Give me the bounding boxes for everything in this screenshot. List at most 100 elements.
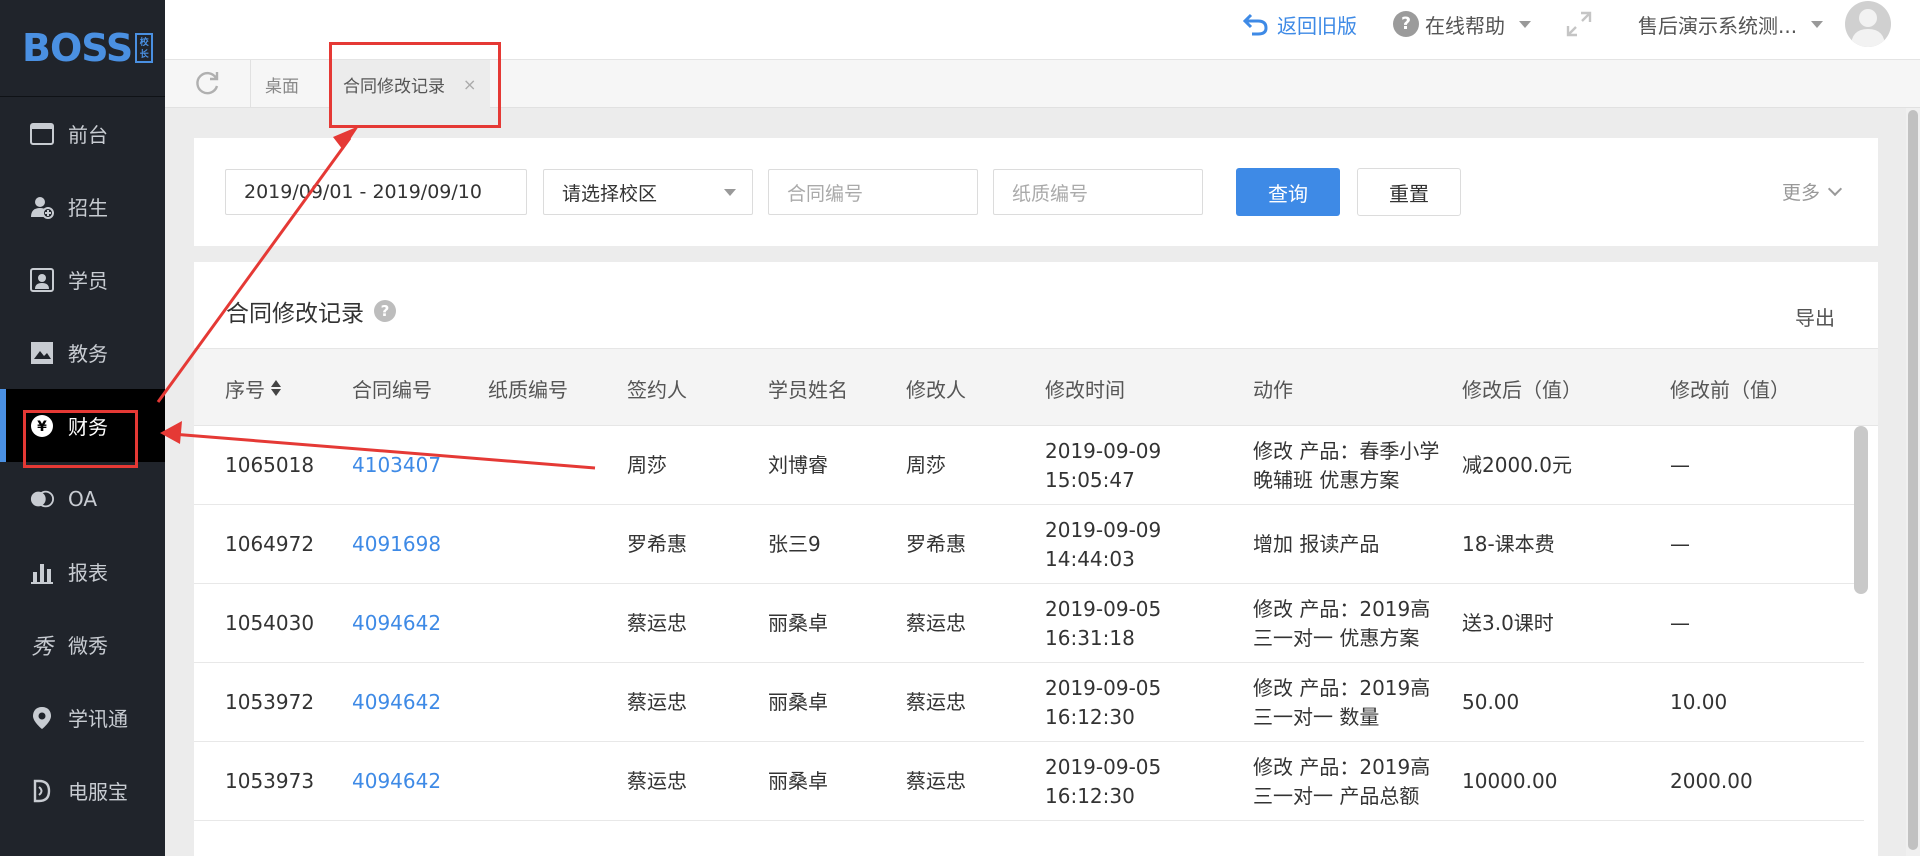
records-title: 合同修改记录 ? bbox=[226, 294, 396, 328]
column-header-time: 修改时间 bbox=[1045, 377, 1125, 402]
cell-contract-link[interactable]: 4094642 bbox=[352, 584, 441, 663]
export-button[interactable]: 导出 bbox=[1795, 302, 1835, 331]
sort-icon[interactable] bbox=[271, 380, 281, 396]
cell-after: 送3.0课时 bbox=[1462, 611, 1554, 635]
date-range-input[interactable]: 2019/09/01 - 2019/09/10 bbox=[225, 169, 527, 215]
table-row: 1054030 4094642 蔡运忠 丽桑卓 蔡运忠 2019-09-05 1… bbox=[194, 584, 1864, 663]
refresh-button[interactable] bbox=[193, 70, 221, 98]
contract-number-input[interactable]: 合同编号 bbox=[768, 169, 978, 215]
table-row: 1065018 4103407 周莎 刘博睿 周莎 2019-09-09 15:… bbox=[194, 426, 1864, 505]
sidebar-item-weixiu[interactable]: 秀 微秀 bbox=[0, 608, 165, 681]
cell-action: 修改 产品：2019高三一对一 产品总额 bbox=[1253, 754, 1431, 808]
fullscreen-button[interactable] bbox=[1566, 0, 1592, 48]
location-icon bbox=[30, 706, 54, 730]
sidebar-item-academic[interactable]: 教务 bbox=[0, 316, 165, 389]
cell-before: — bbox=[1670, 611, 1690, 635]
sidebar-item-front-desk[interactable]: 前台 bbox=[0, 97, 165, 170]
records-panel: 合同修改记录 ? 导出 序号 合同编号 纸质编号 签约人 学员姓名 修改人 修改… bbox=[194, 262, 1878, 856]
undo-icon bbox=[1243, 13, 1268, 36]
cell-after: 减2000.0元 bbox=[1462, 453, 1572, 477]
logo-text: BOSS bbox=[22, 26, 133, 70]
sidebar-item-xuexuntong[interactable]: 学讯通 bbox=[0, 681, 165, 754]
cell-editor: 蔡运忠 bbox=[906, 690, 966, 714]
column-header-before: 修改前（值） bbox=[1670, 377, 1790, 402]
campus-select[interactable]: 请选择校区 bbox=[543, 169, 753, 215]
cell-action: 修改 产品：2019高三一对一 优惠方案 bbox=[1253, 596, 1431, 650]
sidebar-item-dianfubao[interactable]: 电服宝 bbox=[0, 754, 165, 827]
avatar[interactable] bbox=[1845, 1, 1891, 47]
column-header-paper: 纸质编号 bbox=[488, 377, 568, 402]
campus-select-value: 请选择校区 bbox=[562, 182, 658, 205]
cell-time: 2019-09-09 15:05:47 bbox=[1045, 438, 1162, 492]
cell-contract-link[interactable]: 4103407 bbox=[352, 426, 441, 505]
query-button[interactable]: 查询 bbox=[1236, 168, 1340, 216]
cell-seq: 1054030 bbox=[225, 611, 315, 635]
sidebar-item-enrollment[interactable]: 招生 bbox=[0, 170, 165, 243]
cell-action: 增加 报读产品 bbox=[1253, 532, 1380, 556]
paper-number-input[interactable]: 纸质编号 bbox=[993, 169, 1203, 215]
annotation-box-tab bbox=[329, 42, 501, 128]
cell-before: 2000.00 bbox=[1670, 769, 1753, 793]
avatar-person-icon bbox=[1851, 9, 1885, 47]
cell-before: 10.00 bbox=[1670, 690, 1728, 714]
xiu-icon: 秀 bbox=[30, 634, 53, 660]
cell-after: 50.00 bbox=[1462, 690, 1520, 714]
cell-action: 修改 产品：春季小学晚辅班 优惠方案 bbox=[1253, 438, 1440, 492]
user-menu[interactable]: 售后演示系统测... bbox=[1638, 0, 1824, 48]
table-row: 1064972 4091698 罗希惠 张三9 罗希惠 2019-09-09 1… bbox=[194, 505, 1864, 584]
annotation-box-finance bbox=[23, 410, 138, 468]
cell-editor: 周莎 bbox=[906, 453, 946, 477]
page-title: 合同修改记录 bbox=[226, 301, 364, 327]
cell-after: 18-课本费 bbox=[1462, 532, 1555, 556]
help-icon[interactable]: ? bbox=[374, 300, 396, 322]
sidebar-item-students[interactable]: 学员 bbox=[0, 243, 165, 316]
page-scrollbar-thumb[interactable] bbox=[1908, 110, 1918, 850]
user-add-icon bbox=[30, 195, 54, 219]
cell-time: 2019-09-05 16:12:30 bbox=[1045, 754, 1162, 808]
reset-button[interactable]: 重置 bbox=[1357, 168, 1461, 216]
cell-time: 2019-09-05 16:12:30 bbox=[1045, 675, 1162, 729]
sidebar-item-label: 教务 bbox=[68, 342, 108, 366]
sidebar-item-oa[interactable]: OA bbox=[0, 462, 165, 535]
column-header-contract: 合同编号 bbox=[352, 377, 432, 402]
cell-contract-link[interactable]: 4094642 bbox=[352, 742, 441, 821]
sidebar-item-label: 电服宝 bbox=[68, 780, 128, 804]
sidebar-item-label: 学讯通 bbox=[68, 707, 128, 731]
table-header: 序号 合同编号 纸质编号 签约人 学员姓名 修改人 修改时间 动作 修改后（值）… bbox=[194, 348, 1878, 426]
sidebar-item-label: 报表 bbox=[68, 561, 108, 585]
table-row: 1053972 4094642 蔡运忠 丽桑卓 蔡运忠 2019-09-05 1… bbox=[194, 663, 1864, 742]
column-header-action: 动作 bbox=[1253, 377, 1293, 402]
cell-editor: 罗希惠 bbox=[906, 532, 966, 556]
column-header-signer: 签约人 bbox=[627, 377, 687, 402]
column-header-editor: 修改人 bbox=[906, 377, 966, 402]
back-to-old-version-link[interactable]: 返回旧版 bbox=[1243, 0, 1357, 48]
tab-divider bbox=[250, 60, 251, 108]
online-help-menu[interactable]: ? 在线帮助 bbox=[1393, 0, 1531, 48]
book-icon bbox=[30, 341, 54, 365]
sidebar-item-label: 招生 bbox=[68, 196, 108, 220]
column-header-seq[interactable]: 序号 bbox=[225, 349, 281, 427]
table-scrollbar[interactable] bbox=[1854, 426, 1868, 594]
cell-student: 丽桑卓 bbox=[768, 690, 828, 714]
student-card-icon bbox=[30, 267, 54, 292]
column-header-after: 修改后（值） bbox=[1462, 377, 1582, 402]
cell-contract-link[interactable]: 4094642 bbox=[352, 663, 441, 742]
sidebar-item-label: 前台 bbox=[68, 123, 108, 147]
more-filters-toggle[interactable]: 更多 bbox=[1782, 178, 1843, 205]
cell-contract-link[interactable]: 4091698 bbox=[352, 505, 441, 584]
bar-chart-icon bbox=[30, 560, 54, 584]
chevron-down-icon bbox=[724, 189, 736, 196]
cell-editor: 蔡运忠 bbox=[906, 769, 966, 793]
oa-icon bbox=[30, 487, 54, 511]
sidebar-item-reports[interactable]: 报表 bbox=[0, 535, 165, 608]
cell-editor: 蔡运忠 bbox=[906, 611, 966, 635]
cell-student: 丽桑卓 bbox=[768, 611, 828, 635]
sidebar-item-label: 学员 bbox=[68, 269, 108, 293]
cell-before: — bbox=[1670, 453, 1690, 477]
user-name: 售后演示系统测... bbox=[1638, 13, 1798, 38]
tab-desktop[interactable]: 桌面 bbox=[265, 60, 299, 108]
brand-logo[interactable]: BOSS 校长 bbox=[0, 0, 165, 97]
cell-signer: 蔡运忠 bbox=[627, 769, 687, 793]
cell-signer: 蔡运忠 bbox=[627, 690, 687, 714]
cell-time: 2019-09-09 14:44:03 bbox=[1045, 517, 1162, 571]
